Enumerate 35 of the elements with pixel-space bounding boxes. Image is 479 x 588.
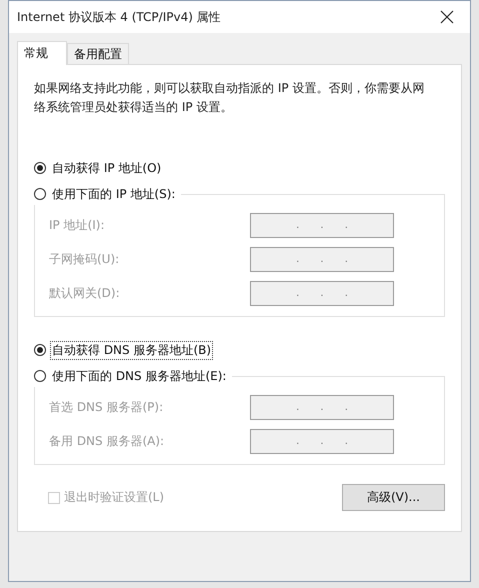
ip-separator: . — [296, 254, 300, 265]
advanced-button[interactable]: 高级(V)... — [342, 484, 445, 511]
field-label: 默认网关(D): — [49, 285, 120, 302]
field-label: 子网掩码(U): — [49, 251, 120, 268]
radio-button[interactable] — [34, 188, 46, 200]
field-label: IP 地址(I): — [49, 217, 105, 234]
radio-label[interactable]: 使用下面的 DNS 服务器地址(E): — [50, 366, 228, 386]
ip-separator: . — [320, 436, 324, 447]
radio-button[interactable] — [34, 162, 46, 174]
ip-separator: . — [296, 288, 300, 299]
ip-separator: . — [296, 436, 300, 447]
radio-label[interactable]: 自动获得 IP 地址(O) — [50, 158, 164, 178]
ip-separator: . — [344, 288, 348, 299]
ip-separator: . — [344, 254, 348, 265]
ip-separator: . — [320, 254, 324, 265]
checkbox-label: 退出时验证设置(L) — [64, 489, 164, 506]
ip-separator: . — [344, 402, 348, 413]
ip-separator: . — [344, 220, 348, 231]
ip-separator: . — [296, 220, 300, 231]
field-label: 备用 DNS 服务器(A): — [49, 433, 164, 450]
ip-separator: . — [320, 288, 324, 299]
field-label: 首选 DNS 服务器(P): — [49, 399, 164, 416]
close-icon — [440, 10, 454, 24]
description-text: 如果网络支持此功能，则可以获取自动指派的 IP 设置。否则，你需要从网络系统管理员处获得适当的 IP 设置。 — [34, 80, 426, 116]
ip-separator: . — [344, 436, 348, 447]
tab[interactable]: 常规 — [17, 41, 67, 65]
radio-label[interactable]: 自动获得 DNS 服务器地址(B) — [50, 340, 214, 360]
radio-button[interactable] — [34, 370, 46, 382]
radio-label[interactable]: 使用下面的 IP 地址(S): — [50, 184, 178, 204]
window-title: Internet 协议版本 4 (TCP/IPv4) 属性 — [17, 8, 221, 26]
tab[interactable]: 备用配置 — [67, 43, 129, 65]
ip-separator: . — [320, 402, 324, 413]
ip-separator: . — [296, 402, 300, 413]
ip-separator: . — [320, 220, 324, 231]
radio-button[interactable] — [34, 344, 46, 356]
